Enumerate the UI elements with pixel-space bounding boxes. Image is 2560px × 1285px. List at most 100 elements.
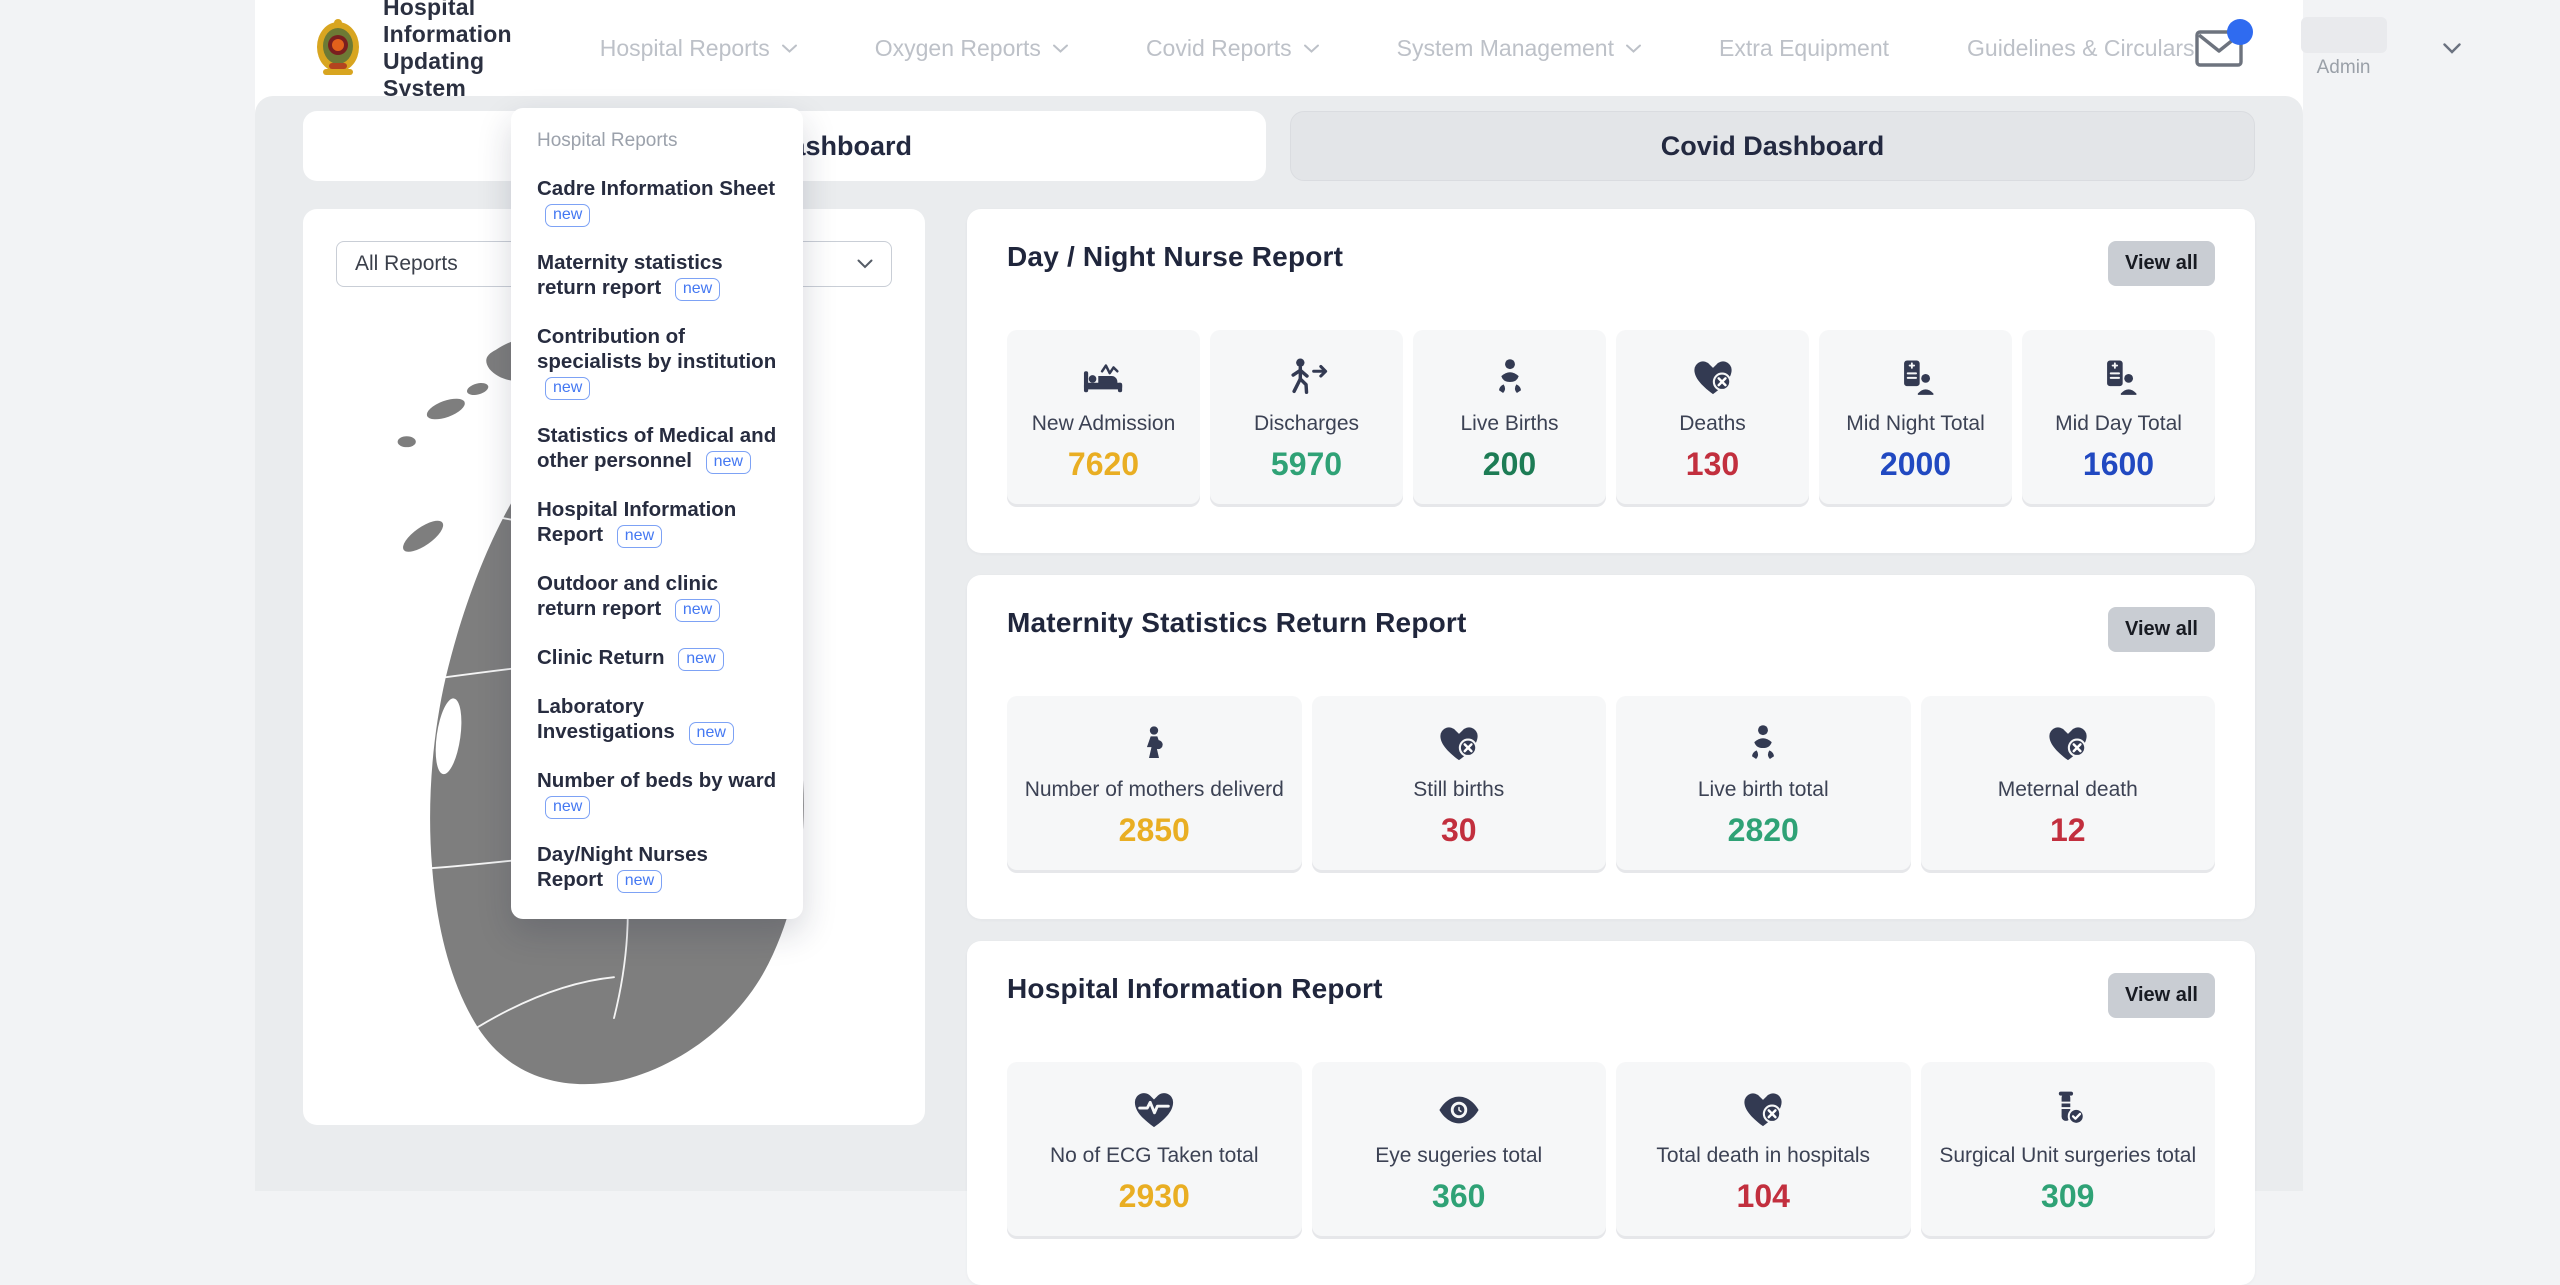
- new-badge: new: [545, 377, 590, 400]
- stat-value: 104: [1624, 1178, 1903, 1215]
- stat-label: Live birth total: [1624, 778, 1903, 802]
- stat-value: 130: [1624, 446, 1801, 483]
- view-all-button[interactable]: View all: [2108, 973, 2215, 1018]
- new-badge: new: [545, 796, 590, 819]
- stat-label: Discharges: [1218, 412, 1395, 436]
- stat-value: 7620: [1015, 446, 1192, 483]
- nav-item-oxygen-reports[interactable]: Oxygen Reports: [875, 35, 1068, 62]
- heart-cross-icon: [1929, 721, 2208, 765]
- stat-tile-ecg-taken: No of ECG Taken total 2930: [1007, 1062, 1302, 1239]
- stat-tile-eye-surgeries: Eye sugeries total 360: [1312, 1062, 1607, 1239]
- dropdown-item-cadre-information-sheet[interactable]: Cadre Information Sheet new: [537, 176, 777, 227]
- stat-tile-still-births: Still births 30: [1312, 696, 1607, 873]
- test-tube-check-icon: [1929, 1087, 2208, 1131]
- stat-value: 2850: [1015, 812, 1294, 849]
- user-role-label: Admin: [2317, 57, 2371, 79]
- report-cards-column: Day / Night Nurse Report View all: [967, 209, 2255, 1125]
- stat-tile-discharges: Discharges 5970: [1210, 330, 1403, 507]
- nav-item-extra-equipment[interactable]: Extra Equipment: [1719, 35, 1889, 62]
- nav-item-covid-reports[interactable]: Covid Reports: [1146, 35, 1319, 62]
- dropdown-item-maternity-statistics[interactable]: Maternity statistics return report new: [537, 250, 777, 301]
- clipboard-person-icon: [2030, 355, 2207, 399]
- stat-label: Meternal death: [1929, 778, 2208, 802]
- stat-tile-deaths: Deaths 130: [1616, 330, 1809, 507]
- dropdown-item-number-of-beds[interactable]: Number of beds by ward new: [537, 768, 777, 819]
- view-all-button[interactable]: View all: [2108, 241, 2215, 286]
- new-badge: new: [706, 451, 751, 474]
- stat-tile-mothers-delivered: Number of mothers deliverd 2850: [1007, 696, 1302, 873]
- stat-label: Live Births: [1421, 412, 1598, 436]
- stat-label: Eye sugeries total: [1320, 1144, 1599, 1168]
- stat-value: 200: [1421, 446, 1598, 483]
- tab-covid-dashboard[interactable]: Covid Dashboard: [1290, 111, 2255, 181]
- dropdown-item-laboratory-investigations[interactable]: Laboratory Investigations new: [537, 694, 777, 745]
- heart-cross-icon: [1624, 1087, 1903, 1131]
- mail-button[interactable]: [2195, 27, 2245, 69]
- day-night-nurse-report-card: Day / Night Nurse Report View all: [967, 209, 2255, 553]
- nav-item-guidelines-circulars[interactable]: Guidelines & Circulars: [1967, 35, 2195, 62]
- app-title: Hospital Information Updating System: [383, 0, 512, 102]
- dropdown-item-contribution-specialists[interactable]: Contribution of specialists by instituti…: [537, 324, 777, 400]
- top-navbar: Hospital Information Updating System Hos…: [255, 0, 2303, 96]
- report-filter-value: All Reports: [355, 252, 458, 276]
- sri-lanka-emblem-logo: [309, 17, 367, 79]
- stat-value: 2820: [1624, 812, 1903, 849]
- bed-pulse-icon: [1015, 355, 1192, 399]
- nav-menu: Hospital Reports Oxygen Reports Covid Re…: [600, 35, 2195, 62]
- new-badge: new: [545, 204, 590, 227]
- new-badge: new: [617, 525, 662, 548]
- stat-value: 30: [1320, 812, 1599, 849]
- nav-item-system-management[interactable]: System Management: [1397, 35, 1641, 62]
- stat-value: 12: [1929, 812, 2208, 849]
- dropdown-item-clinic-return[interactable]: Clinic Return new: [537, 645, 777, 671]
- chevron-down-icon[interactable]: [2443, 43, 2461, 54]
- stat-label: Number of mothers deliverd: [1015, 778, 1294, 802]
- user-menu[interactable]: Admin: [2301, 17, 2387, 79]
- walking-arrow-icon: [1218, 355, 1395, 399]
- stat-value: 1600: [2030, 446, 2207, 483]
- heart-cross-icon: [1624, 355, 1801, 399]
- hospital-information-report-card: Hospital Information Report View all: [967, 941, 2255, 1285]
- stat-label: Mid Day Total: [2030, 412, 2207, 436]
- baby-icon: [1421, 355, 1598, 399]
- dropdown-item-outdoor-clinic-return[interactable]: Outdoor and clinic return report new: [537, 571, 777, 622]
- heart-cross-icon: [1320, 721, 1599, 765]
- eye-icon: [1320, 1087, 1599, 1131]
- hospital-reports-dropdown: Hospital Reports Cadre Information Sheet…: [511, 108, 803, 919]
- nav-right: Admin: [2195, 17, 2461, 79]
- stat-value: 360: [1320, 1178, 1599, 1215]
- dropdown-item-day-night-nurses[interactable]: Day/Night Nurses Report new: [537, 842, 777, 893]
- stat-tile-live-births: Live Births 200: [1413, 330, 1606, 507]
- chevron-down-icon: [1626, 44, 1641, 53]
- chevron-down-icon: [1304, 44, 1319, 53]
- dropdown-item-statistics-medical-personnel[interactable]: Statistics of Medical and other personne…: [537, 423, 777, 474]
- new-badge: new: [675, 278, 720, 301]
- chevron-down-icon: [782, 44, 797, 53]
- view-all-button[interactable]: View all: [2108, 607, 2215, 652]
- card-title: Hospital Information Report: [1007, 973, 1383, 1005]
- stat-label: No of ECG Taken total: [1015, 1144, 1294, 1168]
- stat-label: Mid Night Total: [1827, 412, 2004, 436]
- stat-label: New Admission: [1015, 412, 1192, 436]
- nav-item-hospital-reports[interactable]: Hospital Reports: [600, 35, 797, 62]
- dropdown-item-hospital-information-report[interactable]: Hospital Information Report new: [537, 497, 777, 548]
- stat-label: Deaths: [1624, 412, 1801, 436]
- card-title: Day / Night Nurse Report: [1007, 241, 1343, 273]
- stat-label: Still births: [1320, 778, 1599, 802]
- new-badge: new: [617, 870, 662, 893]
- stat-tile-maternal-death: Meternal death 12: [1921, 696, 2216, 873]
- stat-tile-mid-day-total: Mid Day Total 1600: [2022, 330, 2215, 507]
- stat-tile-surgical-unit: Surgical Unit surgeries total 309: [1921, 1062, 2216, 1239]
- maternity-statistics-card: Maternity Statistics Return Report View …: [967, 575, 2255, 919]
- dropdown-header: Hospital Reports: [537, 130, 777, 152]
- brand: Hospital Information Updating System: [309, 0, 512, 102]
- stat-tile-new-admission: New Admission 7620: [1007, 330, 1200, 507]
- new-badge: new: [689, 722, 734, 745]
- avatar: [2301, 17, 2387, 53]
- card-title: Maternity Statistics Return Report: [1007, 607, 1467, 639]
- clipboard-person-icon: [1827, 355, 2004, 399]
- new-badge: new: [675, 599, 720, 622]
- heartbeat-ecg-icon: [1015, 1087, 1294, 1131]
- stat-tile-mid-night-total: Mid Night Total 2000: [1819, 330, 2012, 507]
- stat-tile-live-birth-total: Live birth total 2820: [1616, 696, 1911, 873]
